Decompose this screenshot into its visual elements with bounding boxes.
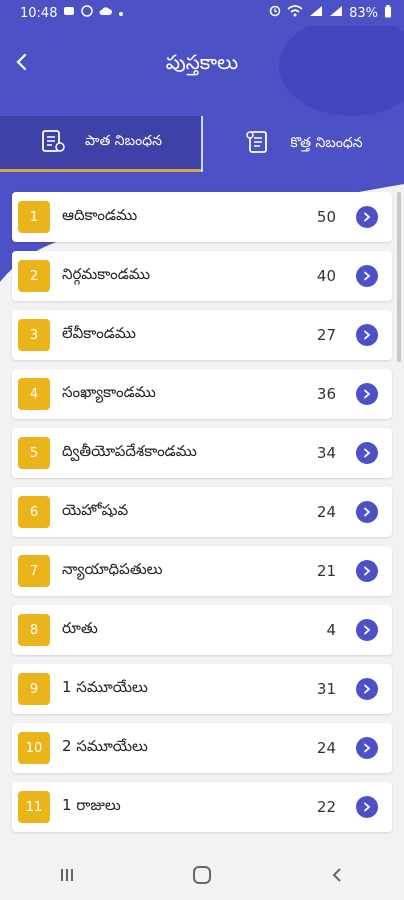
status-left: 10:48 <box>20 5 124 21</box>
chevron-right-icon <box>364 566 371 576</box>
book-row[interactable]: 3 లేవీకాండము 27 <box>12 310 392 360</box>
chapter-count: 31 <box>316 680 336 698</box>
tab-label: కొత్త నిబంధన <box>290 134 363 151</box>
open-book-button[interactable] <box>356 206 378 228</box>
chevron-right-icon <box>364 212 371 222</box>
book-number-badge: 4 <box>18 378 50 410</box>
status-time: 10:48 <box>20 5 58 21</box>
chevron-right-icon <box>364 448 371 458</box>
book-row[interactable]: 8 రూతు 4 <box>12 605 392 655</box>
signal-icon <box>309 5 323 21</box>
book-name: 2 సమూయేలు <box>62 737 148 755</box>
status-right: 83% <box>269 4 392 22</box>
chapter-count: 24 <box>316 739 336 757</box>
open-book-button[interactable] <box>356 265 378 287</box>
scrollbar[interactable] <box>397 192 401 362</box>
book-number-badge: 6 <box>18 496 50 528</box>
back-nav-icon <box>332 868 341 882</box>
chevron-right-icon <box>364 625 371 635</box>
chevron-right-icon <box>364 330 371 340</box>
signal-icon <box>329 5 343 21</box>
book-name: యెహోషువ <box>62 501 129 519</box>
home-button[interactable] <box>172 855 232 895</box>
system-navbar <box>0 850 404 900</box>
book-row[interactable]: 9 1 సమూయేలు 31 <box>12 664 392 714</box>
open-book-button[interactable] <box>356 678 378 700</box>
recent-apps-button[interactable] <box>37 855 97 895</box>
book-name: సంఖ్యాకాండము <box>62 383 156 401</box>
battery-icon <box>384 4 392 22</box>
open-book-button[interactable] <box>356 796 378 818</box>
book-number-badge: 11 <box>18 791 50 823</box>
book-number-badge: 2 <box>18 260 50 292</box>
book-row[interactable]: 10 2 సమూయేలు 24 <box>12 723 392 773</box>
book-row[interactable]: 7 న్యాయాధిపతులు 21 <box>12 546 392 596</box>
book-number-badge: 8 <box>18 614 50 646</box>
chevron-right-icon <box>364 389 371 399</box>
book-name: న్యాయాధిపతులు <box>62 560 163 578</box>
old-book-icon <box>39 127 67 159</box>
tab-label: పాత నిబంధన <box>85 133 162 149</box>
cloud-icon <box>99 5 113 21</box>
open-book-button[interactable] <box>356 383 378 405</box>
home-icon <box>192 866 211 884</box>
book-number-badge: 5 <box>18 437 50 469</box>
book-number-badge: 9 <box>18 673 50 705</box>
open-book-button[interactable] <box>356 324 378 346</box>
dot-icon <box>118 6 124 21</box>
open-book-button[interactable] <box>356 560 378 582</box>
recent-apps-icon <box>61 869 74 881</box>
testament-tabs: పాత నిబంధన కొత్త నిబంధన <box>0 116 404 172</box>
chevron-right-icon <box>364 802 371 812</box>
book-row[interactable]: 2 నిర్గమకాండము 40 <box>12 251 392 301</box>
chapter-count: 21 <box>316 562 336 580</box>
book-name: నిర్గమకాండము <box>62 265 150 283</box>
chapter-count: 34 <box>316 444 336 462</box>
new-book-icon <box>244 128 272 160</box>
message-icon <box>63 5 75 21</box>
chapter-count: 50 <box>316 208 336 226</box>
book-name: ఆదికాండము <box>62 206 138 224</box>
book-name: లేవీకాండము <box>62 324 136 342</box>
open-book-button[interactable] <box>356 501 378 523</box>
open-book-button[interactable] <box>356 442 378 464</box>
alarm-icon <box>269 5 281 21</box>
book-row[interactable]: 1 ఆదికాండము 50 <box>12 192 392 242</box>
open-book-button[interactable] <box>356 737 378 759</box>
back-nav-button[interactable] <box>307 855 367 895</box>
book-row[interactable]: 5 ద్వితీయోపదేశకాండము 34 <box>12 428 392 478</box>
tab-new-testament[interactable]: కొత్త నిబంధన <box>203 116 404 172</box>
book-row[interactable]: 11 1 రాజులు 22 <box>12 782 392 832</box>
chapter-count: 40 <box>316 267 336 285</box>
chapter-count: 4 <box>326 621 336 639</box>
chevron-right-icon <box>364 507 371 517</box>
book-number-badge: 1 <box>18 201 50 233</box>
open-book-button[interactable] <box>356 619 378 641</box>
page-title: పుస్తకాలు <box>165 50 239 74</box>
chapter-count: 36 <box>316 385 336 403</box>
chapter-count: 22 <box>316 798 336 816</box>
chevron-right-icon <box>364 743 371 753</box>
tab-old-testament[interactable]: పాత నిబంధన <box>0 116 201 172</box>
book-row[interactable]: 6 యెహోషువ 24 <box>12 487 392 537</box>
book-row[interactable]: 4 సంఖ్యాకాండము 36 <box>12 369 392 419</box>
status-bar: 10:48 83% <box>0 0 404 26</box>
chapter-count: 27 <box>316 326 336 344</box>
book-number-badge: 3 <box>18 319 50 351</box>
book-list: 1 ఆదికాండము 50 2 నిర్గమకాండము 40 3 లేవీకాండము 27… <box>12 192 392 841</box>
app-header: పుస్తకాలు <box>0 26 404 116</box>
chevron-right-icon <box>364 271 371 281</box>
chevron-right-icon <box>364 684 371 694</box>
book-number-badge: 10 <box>18 732 50 764</box>
book-name: 1 రాజులు <box>62 796 121 814</box>
battery-percentage: 83% <box>349 5 378 21</box>
book-name: 1 సమూయేలు <box>62 678 148 696</box>
wifi-icon <box>287 5 303 21</box>
book-number-badge: 7 <box>18 555 50 587</box>
whatsapp-icon <box>81 5 94 21</box>
book-name: రూతు <box>62 619 98 637</box>
book-name: ద్వితీయోపదేశకాండము <box>62 442 197 460</box>
chapter-count: 24 <box>316 503 336 521</box>
